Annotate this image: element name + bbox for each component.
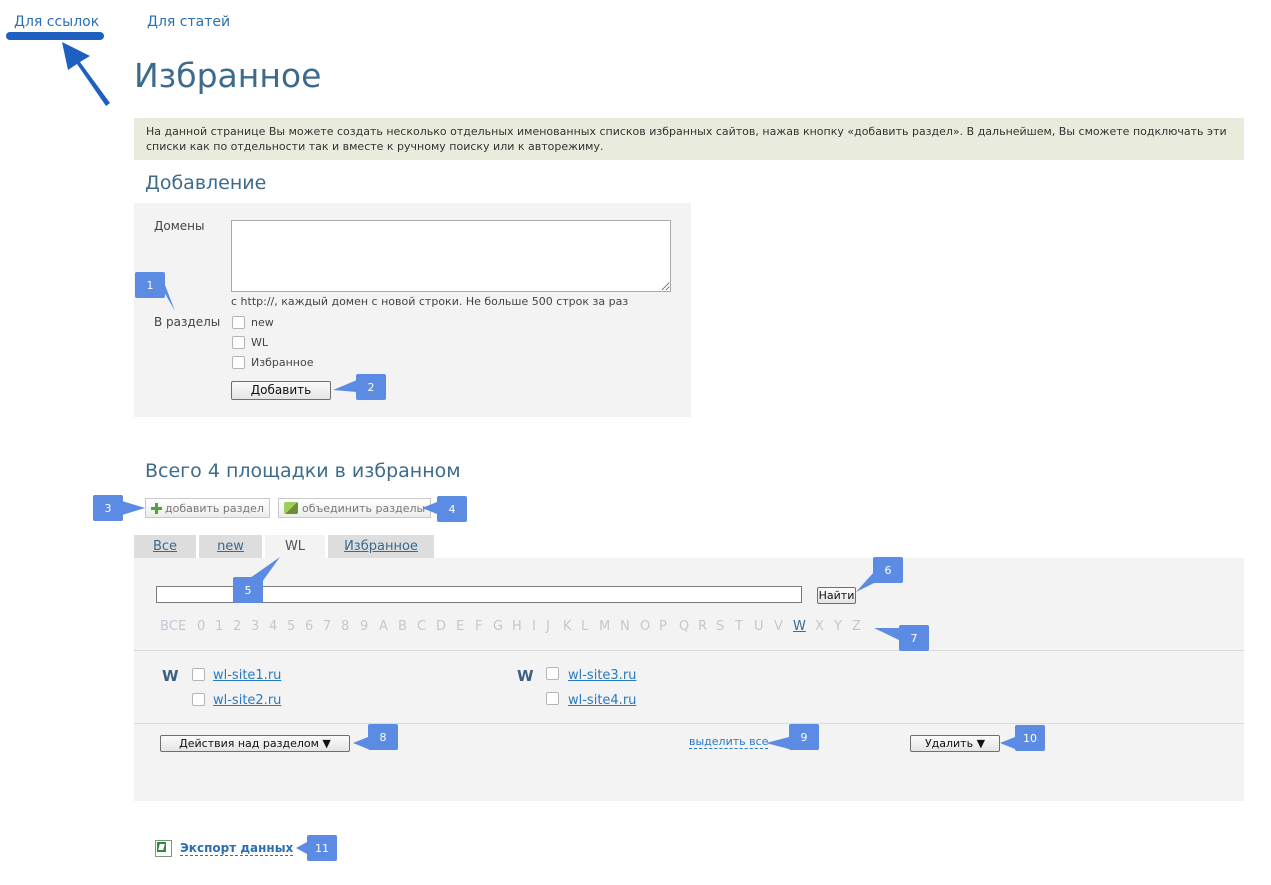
tab-wl[interactable]: WL [265,535,325,558]
alpha-filter-item[interactable]: L [581,619,588,634]
alpha-filter-item[interactable]: S [716,619,724,634]
section-checkbox-wl[interactable] [232,336,245,349]
alpha-filter-item[interactable]: J [546,619,550,634]
nav-link-for-links[interactable]: Для ссылок [14,14,99,30]
alpha-filter-item[interactable]: 9 [360,619,368,634]
add-section-button[interactable]: добавить раздел [145,498,270,518]
site-link[interactable]: wl-site2.ru [213,693,281,708]
marker-3-pointer [122,501,145,515]
annotation-marker-7: 7 [899,625,929,651]
divider [134,723,1244,724]
alpha-filter-item[interactable]: K [563,619,572,634]
alpha-filter-item-selected[interactable]: W [793,619,806,634]
alpha-filter-item[interactable]: 4 [269,619,277,634]
excel-icon [155,840,172,857]
alpha-filter-item[interactable]: B [398,619,407,634]
alpha-filter-item[interactable]: T [735,619,743,634]
site-link[interactable]: wl-site3.ru [568,668,636,683]
find-button[interactable]: Найти [817,587,856,604]
annotation-marker-5: 5 [233,577,263,603]
domains-textarea[interactable] [231,220,671,292]
alpha-filter-item[interactable]: Q [679,619,689,634]
alpha-filter-item[interactable]: O [640,619,650,634]
total-heading: Всего 4 площадки в избранном [145,460,461,482]
alpha-filter-item[interactable]: 8 [341,619,349,634]
alpha-filter-item[interactable]: 5 [287,619,295,634]
annotation-marker-2: 2 [356,374,386,400]
annotation-marker-1: 1 [135,272,165,298]
alpha-filter-item[interactable]: 7 [323,619,331,634]
page-title: Избранное [134,56,322,95]
section-checkbox-favorites[interactable] [232,356,245,369]
add-heading: Добавление [145,172,267,194]
sections-label: В разделы [154,315,221,329]
alpha-filter-item[interactable]: U [754,619,764,634]
section-checkbox-label: new [251,316,274,329]
alpha-filter-item[interactable]: X [815,619,824,634]
site-checkbox[interactable] [192,693,205,706]
nav-link-for-articles[interactable]: Для статей [147,14,230,30]
annotation-marker-10: 10 [1015,725,1045,751]
merge-sections-label: объединить разделы [302,501,426,515]
site-link[interactable]: wl-site1.ru [213,668,281,683]
site-checkbox[interactable] [546,667,559,680]
section-checkbox-new[interactable] [232,316,245,329]
plus-icon [151,502,162,514]
alpha-filter-item[interactable]: E [456,619,464,634]
alpha-filter-item[interactable]: P [659,619,667,634]
add-button[interactable]: Добавить [231,381,331,400]
add-section-label: добавить раздел [165,501,264,515]
alpha-filter-item[interactable]: 1 [215,619,223,634]
alpha-filter-item[interactable]: 0 [197,619,205,634]
annotation-marker-8: 8 [368,724,398,750]
alpha-filter-item[interactable]: M [599,619,610,634]
alpha-filter-item[interactable]: Z [852,619,861,634]
tab-new[interactable]: new [199,535,262,558]
annotation-marker-4: 4 [437,496,467,522]
export-data-link[interactable]: Экспорт данных [180,841,294,856]
site-link[interactable]: wl-site4.ru [568,693,636,708]
delete-dropdown[interactable]: Удалить ▼ [910,735,1000,752]
active-nav-highlight [6,32,104,40]
tab-favorites[interactable]: Избранное [328,535,434,558]
divider [134,650,1244,651]
annotation-marker-9: 9 [789,724,819,750]
merge-icon [284,502,298,514]
alpha-filter-item[interactable]: F [475,619,482,634]
merge-sections-button[interactable]: объединить разделы [278,498,432,518]
site-checkbox[interactable] [546,692,559,705]
section-actions-dropdown[interactable]: Действия над разделом ▼ [160,735,350,752]
annotation-marker-6: 6 [873,557,903,583]
alpha-filter-item[interactable]: 3 [251,619,259,634]
alpha-filter-item[interactable]: I [532,619,536,634]
alpha-filter-item[interactable]: V [774,619,783,634]
annotation-marker-11: 11 [307,835,337,861]
info-notice: На данной странице Вы можете создать нес… [134,118,1244,160]
alpha-filter-item[interactable]: R [698,619,707,634]
tab-all[interactable]: Все [134,535,196,558]
marker-11-pointer [296,842,307,854]
alpha-filter-item[interactable]: G [493,619,503,634]
section-checkbox-label: WL [251,336,269,349]
big-arrow-pointer [62,42,110,106]
annotation-marker-3: 3 [93,495,123,521]
group-letter: W [162,667,179,685]
alpha-filter-item[interactable]: H [512,619,522,634]
alpha-filter-item[interactable]: 2 [233,619,241,634]
alpha-filter-item[interactable]: N [620,619,630,634]
alpha-filter-item[interactable]: 6 [305,619,313,634]
domains-hint: с http://, каждый домен с новой строки. … [231,295,629,308]
alpha-filter-item[interactable]: Y [834,619,842,634]
domains-label: Домены [154,219,205,233]
alpha-filter-item[interactable]: D [436,619,446,634]
site-checkbox[interactable] [192,668,205,681]
alpha-filter-item[interactable]: C [417,619,426,634]
alpha-filter-item[interactable]: A [379,619,388,634]
select-all-link[interactable]: выделить все [689,735,769,749]
group-letter: W [517,667,534,685]
alpha-filter-item[interactable]: ВСЕ [160,619,186,634]
section-checkbox-label: Избранное [251,356,314,369]
